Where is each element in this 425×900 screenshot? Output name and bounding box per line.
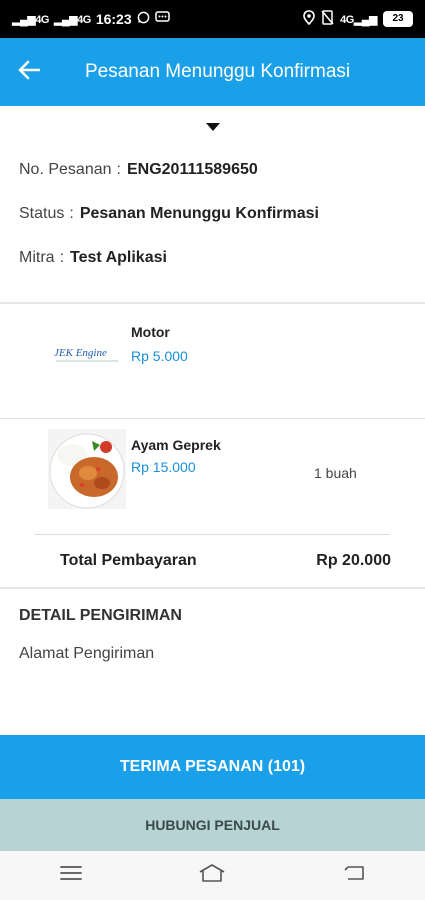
order-status-label: Status xyxy=(19,205,65,222)
order-partner-value: Test Aplikasi xyxy=(70,249,167,266)
contact-seller-button[interactable]: HUBUNGI PENJUAL xyxy=(0,799,425,851)
order-status-value: Pesanan Menunggu Konfirmasi xyxy=(79,205,319,222)
home-icon xyxy=(198,863,226,888)
item-quantity: 1 buah xyxy=(314,465,357,481)
whatsapp-icon xyxy=(137,11,150,27)
signal-1-icon: ▂▄▆ xyxy=(12,13,36,26)
location-icon xyxy=(303,10,315,28)
app-bar: Pesanan Menunggu Konfirmasi xyxy=(0,38,425,106)
list-item: Ayam Geprek Rp 15.000 1 buah xyxy=(0,419,425,534)
shipping-detail: DETAIL PENGIRIMAN Alamat Pengiriman xyxy=(0,589,425,663)
network-type-label: 4G xyxy=(340,13,354,26)
back-icon xyxy=(343,864,365,887)
nav-menu-button[interactable] xyxy=(41,851,101,900)
total-amount: Rp 20.000 xyxy=(316,552,391,569)
order-detail-content[interactable]: No. Pesanan : ENG20111589650 Status : Pe… xyxy=(0,106,425,663)
order-partner-colon: : xyxy=(59,249,65,266)
ayam-geprek-photo xyxy=(48,429,126,509)
total-label: Total Pembayaran xyxy=(60,552,197,569)
menu-icon xyxy=(59,865,82,886)
collapse-toggle[interactable] xyxy=(0,106,425,148)
arrow-left-icon xyxy=(18,60,41,85)
order-number-value: ENG20111589650 xyxy=(126,161,258,178)
order-number-row: No. Pesanan : ENG20111589650 xyxy=(19,148,406,192)
back-button[interactable] xyxy=(0,38,58,106)
clock: 16:23 xyxy=(95,11,132,27)
item-price: Rp 5.000 xyxy=(131,348,188,364)
nav-home-button[interactable] xyxy=(182,851,242,900)
logo-text: JEK Engine xyxy=(54,347,107,359)
system-nav-bar xyxy=(0,851,425,900)
order-number-colon: : xyxy=(116,161,121,178)
order-number-label: No. Pesanan xyxy=(19,161,112,178)
order-partner-label: Mitra xyxy=(19,249,55,266)
order-info: No. Pesanan : ENG20111589650 Status : Pe… xyxy=(0,148,425,280)
signal-2-icon: ▂▄▆ xyxy=(53,13,78,26)
signal-1-label: 4G xyxy=(35,13,49,26)
item-price: Rp 15.000 xyxy=(131,459,196,475)
battery-indicator: 23 xyxy=(383,11,413,27)
page-title: Pesanan Menunggu Konfirmasi xyxy=(85,61,351,82)
no-sim-icon xyxy=(321,10,334,28)
nav-back-button[interactable] xyxy=(324,851,384,900)
accept-order-button[interactable]: TERIMA PESANAN (101) xyxy=(0,735,425,799)
status-bar: ▂▄▆4G ▂▄▆4G 16:23 4G▂▄▆ 23 xyxy=(0,0,425,38)
jek-engine-logo: JEK Engine xyxy=(48,332,126,410)
total-row: Total Pembayaran Rp 20.000 xyxy=(0,535,425,587)
order-partner-row: Mitra : Test Aplikasi xyxy=(19,236,406,280)
network-type-indicator: 4G▂▄▆ xyxy=(340,13,377,26)
item-name: Ayam Geprek xyxy=(131,437,221,453)
network-signal-icon: ▂▄▆ xyxy=(353,13,378,26)
item-name: Motor xyxy=(131,324,170,340)
signal-1-indicator: ▂▄▆4G xyxy=(12,13,49,26)
order-status-row: Status : Pesanan Menunggu Konfirmasi xyxy=(19,192,406,236)
message-icon xyxy=(154,11,170,27)
list-item: JEK Engine Motor Rp 5.000 xyxy=(0,304,425,419)
caret-down-icon xyxy=(205,123,220,131)
signal-2-label: 4G xyxy=(77,13,91,26)
order-status-colon: : xyxy=(69,205,74,222)
shipping-title: DETAIL PENGIRIMAN xyxy=(19,607,182,624)
signal-2-indicator: ▂▄▆4G xyxy=(54,13,91,26)
shipping-address-label: Alamat Pengiriman xyxy=(19,645,155,662)
